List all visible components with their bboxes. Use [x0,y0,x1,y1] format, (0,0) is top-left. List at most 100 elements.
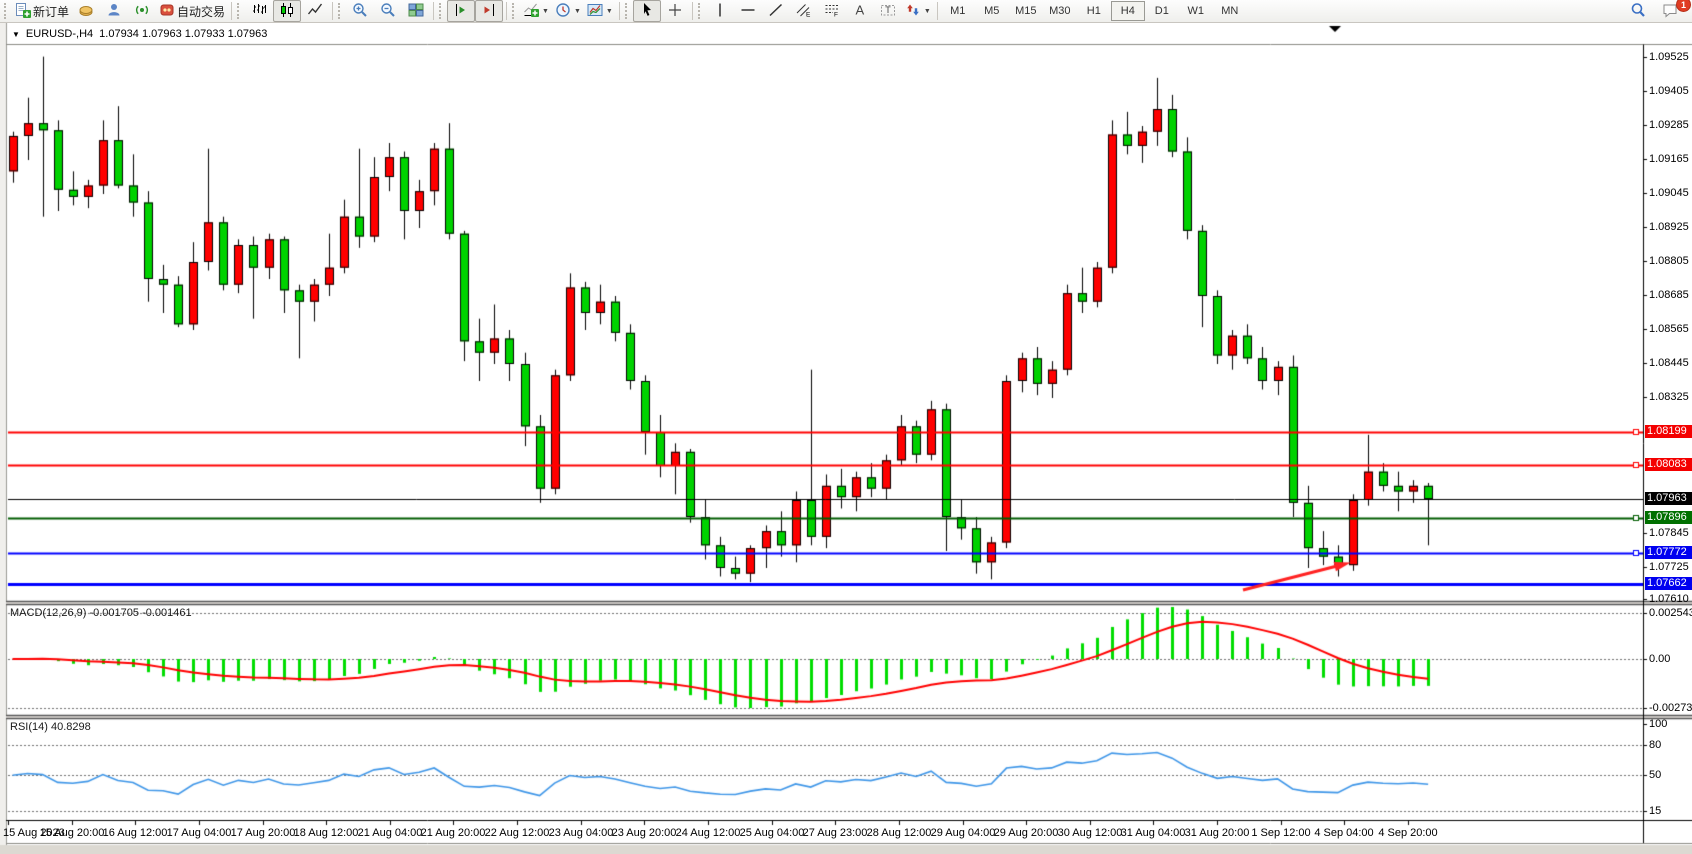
horizontal-line-icon [740,2,756,21]
tile-windows-icon [408,2,424,21]
toolbar-grip [237,3,243,19]
time-axis-label: 18 Aug 12:00 [294,827,359,839]
price-tag-1.08083: 1.08083 [1645,458,1692,471]
periods-dropdown-icon[interactable]: ▼ [574,8,581,15]
crosshair-icon [667,2,683,21]
bar-chart-button[interactable] [245,0,273,22]
line-chart-button[interactable] [301,0,329,22]
price-tick-label: 1.09045 [1649,187,1689,199]
signals-button[interactable] [128,0,156,22]
svg-text:T: T [885,5,891,15]
toolbar-grip [625,3,631,19]
timeframe-mn-button[interactable]: MN [1213,1,1247,21]
indicators-button[interactable]: ▼ [520,0,552,22]
equidistant-channel-button[interactable]: E [790,0,818,22]
toolbar-grip [512,3,518,19]
text-label-button[interactable]: T [874,0,902,22]
time-axis-label: 16 Aug 12:00 [103,827,168,839]
symbol-period-label: EURUSD-,H4 [26,28,93,40]
periods-button[interactable]: ▼ [552,0,584,22]
toolbar-grip [4,3,10,19]
price-tick-label: 1.09285 [1649,119,1689,131]
arrow-objects-dropdown-icon[interactable]: ▼ [924,8,931,15]
toolbar-right-icons: 1 [1624,0,1684,22]
chart-canvas[interactable] [0,23,1692,854]
time-axis-label: 27 Aug 23:00 [803,827,868,839]
indicators-dropdown-icon[interactable]: ▼ [542,8,549,15]
new-order-button[interactable]: 新订单 [12,0,72,22]
toolbar-separator [937,2,938,20]
price-tick-label: 1.08565 [1649,323,1689,335]
rsi-level-label: 50 [1649,769,1661,781]
mt4-window: 新订单 自动交易 ▼ ▼ ▼ EFA T ▼ M1M5M15M30H1H4D1W1MN 1 ▼ E… [0,0,1692,854]
arrow-objects-button[interactable]: ▼ [902,0,934,22]
price-tick-label: 1.09525 [1649,51,1689,63]
timeframe-w1-button[interactable]: W1 [1179,1,1213,21]
new-order-icon [15,2,31,21]
equidistant-channel-icon: E [796,2,812,21]
auto-scroll-icon [453,2,469,21]
time-axis-label: 23 Aug 04:00 [549,827,614,839]
timeframe-m15-button[interactable]: M15 [1009,1,1043,21]
timeframe-m5-button[interactable]: M5 [975,1,1009,21]
time-axis-label: 29 Aug 20:00 [994,827,1059,839]
cursor-button[interactable] [633,0,661,22]
market-watch-button[interactable] [100,0,128,22]
text-button[interactable]: A [846,0,874,22]
toolbar-separator [231,2,232,20]
zoom-in-button[interactable] [346,0,374,22]
timeframe-d1-button[interactable]: D1 [1145,1,1179,21]
time-axis-label: 31 Aug 04:00 [1121,827,1186,839]
time-axis-label: 24 Aug 12:00 [676,827,741,839]
horizontal-line-button[interactable] [734,0,762,22]
chart-title: ▼ EURUSD-,H4 1.07934 1.07963 1.07933 1.0… [12,28,267,40]
price-tick-label: 1.07845 [1649,527,1689,539]
vertical-line-button[interactable] [706,0,734,22]
price-tag-1.07772: 1.07772 [1645,546,1692,559]
vertical-line-icon [712,2,728,21]
zoom-out-button[interactable] [374,0,402,22]
arrow-objects-icon [905,2,921,21]
time-axis-label: 30 Aug 12:00 [1058,827,1123,839]
time-axis-label: 4 Sep 04:00 [1314,827,1373,839]
main-toolbar: 新订单 自动交易 ▼ ▼ ▼ EFA T ▼ M1M5M15M30H1H4D1W1MN 1 [0,0,1692,23]
time-axis-label: 21 Aug 04:00 [358,827,423,839]
macd-scale-label: 0.00 [1649,653,1670,665]
trendline-button[interactable] [762,0,790,22]
search-button[interactable] [1624,0,1652,22]
templates-dropdown-icon[interactable]: ▼ [606,8,613,15]
price-tick-label: 1.09165 [1649,153,1689,165]
fibonacci-icon: F [824,2,840,21]
notifications-button[interactable]: 1 [1656,0,1684,22]
auto-scroll-button[interactable] [447,0,475,22]
price-tag-1.08199: 1.08199 [1645,425,1692,438]
auto-trading-button[interactable]: 自动交易 [156,0,228,22]
rsi-level-label: 100 [1649,718,1667,730]
timeframe-h1-button[interactable]: H1 [1077,1,1111,21]
timeframe-m1-button[interactable]: M1 [941,1,975,21]
rsi-level-label: 15 [1649,805,1661,817]
toolbar-separator [619,2,620,20]
new-order-label: 新订单 [33,3,69,20]
price-tag-1.07662: 1.07662 [1645,577,1692,590]
price-tick-label: 1.08325 [1649,391,1689,403]
fibonacci-button[interactable]: F [818,0,846,22]
market-watch-icon [106,2,122,21]
crosshair-button[interactable] [661,0,689,22]
tile-windows-button[interactable] [402,0,430,22]
toolbar-grip [698,3,704,19]
time-axis-label: 25 Aug 04:00 [740,827,805,839]
candlestick-chart-button[interactable] [273,0,301,22]
chart-profiles-button[interactable] [72,0,100,22]
zoom-out-icon [380,2,396,21]
macd-indicator-label: MACD(12,26,9) -0.001705 -0.001461 [10,607,192,619]
time-axis-label: 1 Sep 12:00 [1251,827,1310,839]
chart-collapse-icon[interactable]: ▼ [12,30,20,39]
timeframe-m30-button[interactable]: M30 [1043,1,1077,21]
timeframe-h4-button[interactable]: H4 [1111,1,1145,21]
price-tick-label: 1.07725 [1649,561,1689,573]
chart-shift-button[interactable] [475,0,503,22]
rsi-indicator-label: RSI(14) 40.8298 [10,721,91,733]
templates-button[interactable]: ▼ [584,0,616,22]
chart-profiles-icon [78,2,94,21]
